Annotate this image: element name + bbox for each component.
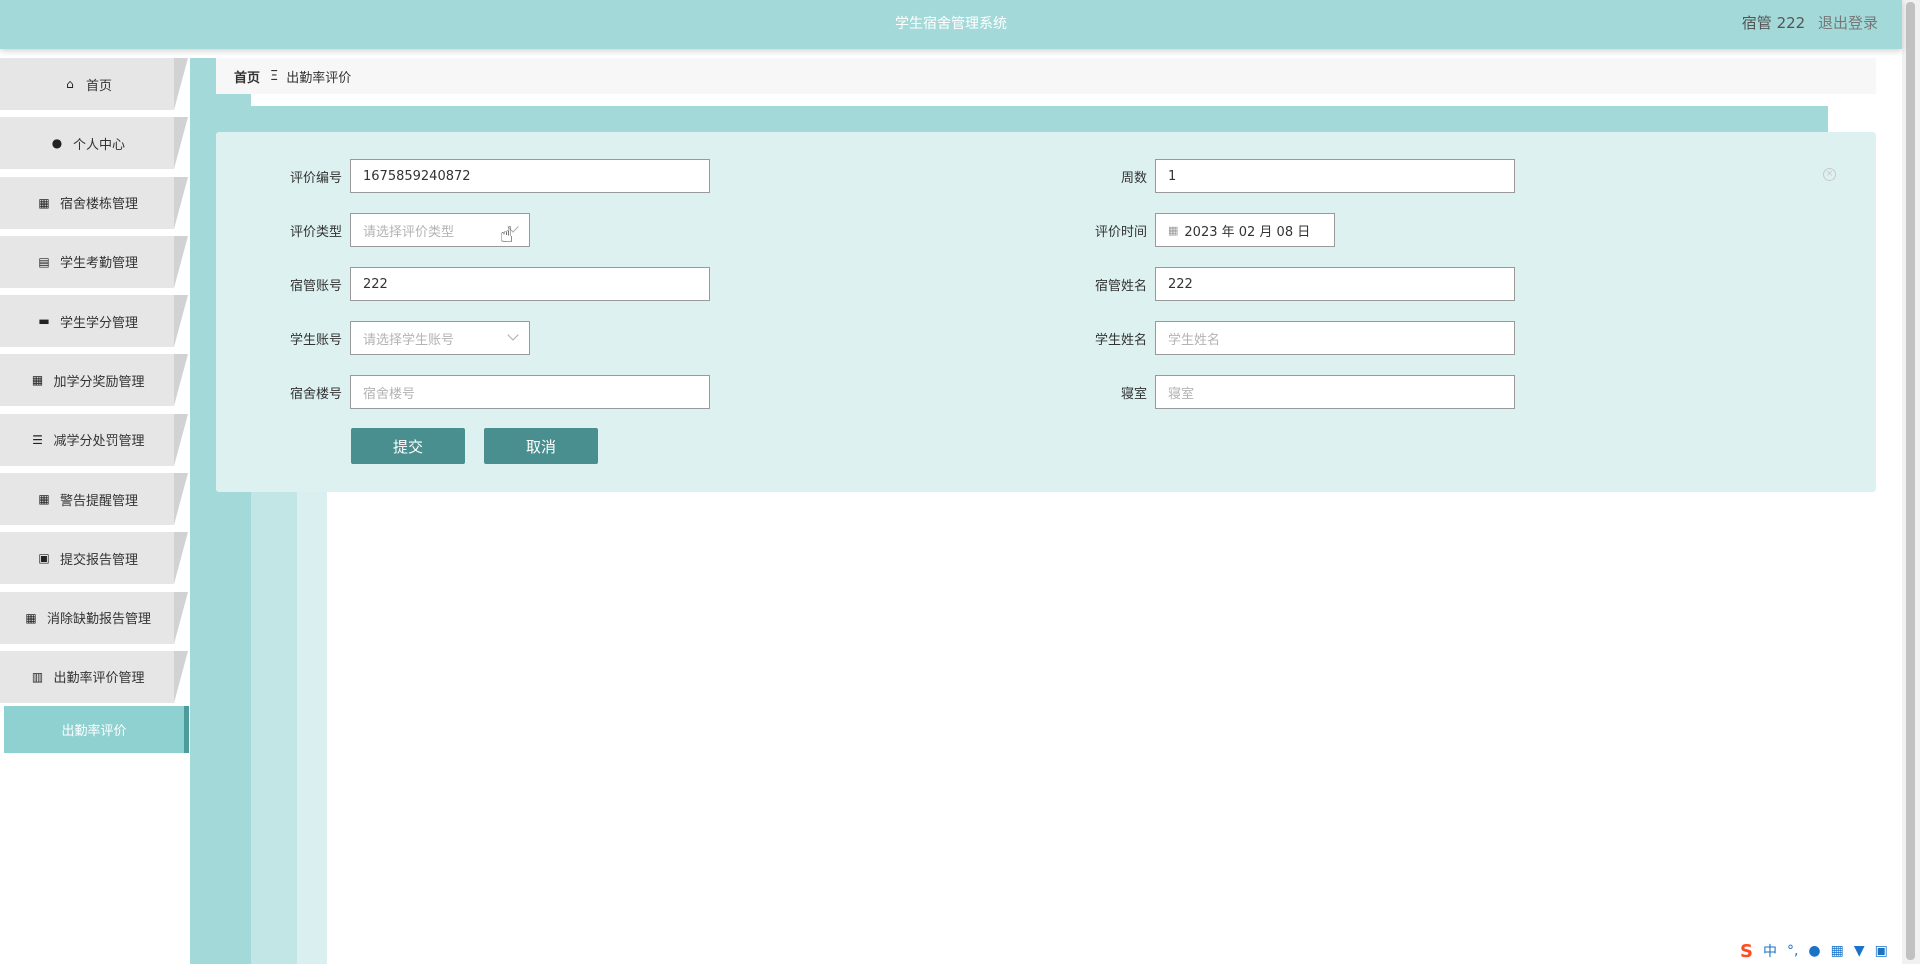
eval-time-datepicker[interactable]: ▦ 2023 年 02 月 08 日 [1155,213,1335,247]
field-eval-time: 评价时间 ▦ 2023 年 02 月 08 日 [1093,212,1515,248]
sidebar-item-buildings[interactable]: ▦ 宿舍楼栋管理 [0,176,188,229]
calendar-icon: ▦ [1168,223,1179,237]
clipboard-icon: ▤ [38,254,50,269]
user-icon: ● [51,136,63,151]
sidebar-item-label: 学生考勤管理 [59,256,138,272]
ime-lang-toggle[interactable]: 中 [1763,941,1777,961]
sidebar-item-absence-reports[interactable]: ▦ 消除缺勤报告管理 [0,591,188,644]
sidebar-menu: ⌂ 首页 ● 个人中心 ▦ 宿舍楼栋管理 ▤ 学生考勤管理 ▬ 学生学分管理 ▦… [0,58,190,761]
sidebar-item-label: 出勤率评价管理 [53,671,145,687]
eval-no-input[interactable]: 1675859240872 [350,159,711,193]
briefcase-icon: ▣ [38,551,50,566]
sidebar-item-label: 学生学分管理 [59,315,138,331]
field-room: 寝室 寝室 [1093,374,1515,410]
sidebar-item-label: 提交报告管理 [59,552,138,568]
grid-icon: ▦ [31,373,44,388]
microphone-icon[interactable]: ● [1808,943,1820,959]
sidebar-item-label: 消除缺勤报告管理 [46,612,151,628]
ime-punct-toggle[interactable]: °, [1787,943,1798,959]
cancel-button[interactable]: 取消 [484,428,598,464]
student-account-select[interactable]: 请选择学生账号 [350,321,531,355]
field-eval-no: 评价编号 1675859240872 [290,158,711,194]
sidebar-item-penalties[interactable]: ☰ 减学分处罚管理 [0,413,188,466]
field-manager-name: 宿管姓名 222 [1093,266,1515,302]
sidebar-item-label: 警告提醒管理 [59,493,138,509]
field-label: 宿舍楼号 [290,386,343,402]
field-student-name: 学生姓名 学生姓名 [1093,320,1515,356]
close-icon[interactable]: × [1823,168,1836,181]
skin-icon[interactable]: ▼ [1854,943,1865,959]
ticket-icon: ▬ [38,314,50,329]
sidebar-item-label: 首页 [85,78,112,94]
room-input[interactable]: 寝室 [1155,375,1515,409]
field-eval-type: 评价类型 请选择评价类型 [290,212,531,248]
vertical-scrollbar[interactable] [1902,0,1920,964]
grid-icon: ▦ [38,492,50,507]
sidebar-item-label: 个人中心 [72,137,125,153]
logout-link[interactable]: 退出登录 [1818,14,1878,32]
top-header: 学生宿舍管理系统 宿管 222 退出登录 [0,0,1902,49]
breadcrumb-separator: Ξ [270,68,279,84]
field-label: 学生账号 [290,332,343,348]
field-label: 学生姓名 [1094,332,1147,348]
sidebar-item-warnings[interactable]: ▦ 警告提醒管理 [0,473,188,526]
submit-button[interactable]: 提交 [351,428,465,464]
sidebar-item-label: 减学分处罚管理 [53,434,145,450]
chevron-down-icon [507,329,519,341]
grid-icon: ▦ [25,610,37,625]
field-building-no: 宿舍楼号 宿舍楼号 [290,374,711,410]
sogou-logo-icon[interactable]: S [1740,941,1753,962]
field-weeks: 周数 1 [1093,158,1515,194]
sidebar-item-profile[interactable]: ● 个人中心 [0,117,188,170]
sidebar-item-attendance[interactable]: ▤ 学生考勤管理 [0,235,188,288]
field-label: 周数 [1120,170,1147,186]
sidebar-subitem-attendance-eval[interactable]: 出勤率评价 [4,706,189,754]
field-label: 宿管姓名 [1094,278,1147,294]
hand-cursor-icon: ☝ [500,223,514,248]
clipboard-check-icon: ▥ [31,669,44,684]
student-name-input[interactable]: 学生姓名 [1155,321,1515,355]
sidebar-item-label: 宿舍楼栋管理 [59,197,138,213]
field-label: 评价类型 [290,224,343,240]
sidebar-item-attendance-eval[interactable]: ▥ 出勤率评价管理 [0,650,188,703]
user-info: 宿管 222 退出登录 [1742,0,1878,47]
sidebar-item-reports[interactable]: ▣ 提交报告管理 [0,532,188,585]
sidebar-item-rewards[interactable]: ▦ 加学分奖励管理 [0,354,188,407]
building-no-input[interactable]: 宿舍楼号 [350,375,711,409]
field-student-account: 学生账号 请选择学生账号 [290,320,531,356]
sidebar-item-label: 加学分奖励管理 [53,374,145,390]
keyboard-icon[interactable]: ▦ [1831,943,1844,959]
decor-column-b [251,470,297,964]
decor-column-c [297,470,327,964]
field-label: 宿管账号 [290,278,343,294]
app-title: 学生宿舍管理系统 [895,16,1007,32]
select-placeholder: 请选择评价类型 [363,224,455,240]
date-value: 2023 年 02 月 08 日 [1184,224,1311,240]
manager-name-input[interactable]: 222 [1155,267,1515,301]
field-label: 评价编号 [290,170,343,186]
sidebar-item-credits[interactable]: ▬ 学生学分管理 [0,295,188,348]
field-label: 寝室 [1120,386,1147,402]
sidebar-subitem-label: 出勤率评价 [61,724,127,740]
field-label: 评价时间 [1094,224,1147,240]
weeks-input[interactable]: 1 [1155,159,1515,193]
select-placeholder: 请选择学生账号 [363,332,455,348]
grid-icon: ▦ [38,195,50,210]
user-label: 宿管 222 [1741,14,1806,32]
breadcrumb-home[interactable]: 首页 [234,67,260,86]
breadcrumb-current: 出勤率评价 [286,70,352,86]
list-icon: ☰ [32,432,43,447]
ime-toolbar: S 中 °, ● ▦ ▼ ▣ [1740,940,1888,962]
scrollbar-thumb[interactable] [1906,2,1915,960]
breadcrumb: 首页 Ξ 出勤率评价 [216,58,1876,94]
sidebar-item-home[interactable]: ⌂ 首页 [0,58,188,110]
field-manager-account: 宿管账号 222 [290,266,711,302]
toolbox-icon[interactable]: ▣ [1875,943,1888,959]
manager-account-input[interactable]: 222 [350,267,711,301]
home-icon: ⌂ [66,77,74,91]
